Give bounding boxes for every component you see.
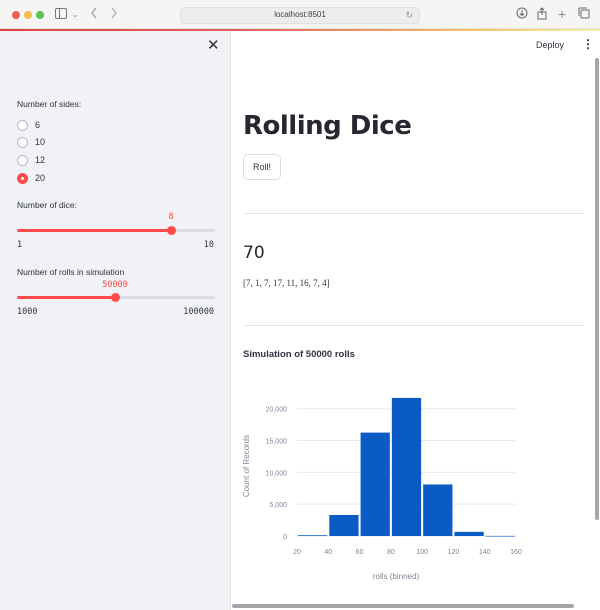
dice-slider[interactable] (17, 226, 215, 235)
histogram-chart: 0 5,000 10,000 15,000 20,000 20 40 60 80 100 120 1… (242, 397, 522, 581)
rolls-label: Number of rolls in simulation (17, 267, 125, 277)
chart-title: Simulation of 50000 rolls (243, 349, 355, 360)
url-text: localhost:8501 (274, 10, 326, 19)
radio-button[interactable] (17, 136, 28, 148)
download-icon[interactable] (516, 7, 528, 23)
browser-toolbar: ⌄ localhost:8501 ↻ + (0, 0, 600, 29)
dice-slider-min: 1 (17, 240, 23, 250)
radio-button[interactable] (17, 119, 28, 131)
radio-label: 6 (35, 120, 41, 130)
histogram-bar[interactable] (360, 432, 390, 536)
deploy-button[interactable]: Deploy (536, 40, 564, 50)
close-sidebar-icon[interactable]: ✕ (207, 38, 220, 53)
radio-label: 10 (35, 137, 46, 147)
address-bar[interactable]: localhost:8501 ↻ (180, 7, 420, 24)
divider (243, 213, 584, 214)
sidebar-toggle-icon[interactable] (55, 7, 67, 23)
dice-slider-thumb[interactable] (166, 226, 176, 235)
y-axis-label: Count of Records (242, 435, 251, 497)
rolls-slider-max: 100000 (183, 307, 214, 317)
x-tick-label: 60 (356, 549, 364, 556)
x-tick-label: 40 (324, 549, 332, 556)
radio-option-6[interactable]: 6 (17, 118, 40, 132)
divider (243, 325, 584, 326)
new-tab-icon[interactable]: + (558, 7, 566, 21)
radio-label: 20 (35, 173, 46, 183)
y-tick-label: 15,000 (266, 439, 288, 446)
radio-button[interactable] (17, 154, 28, 166)
share-icon[interactable] (537, 7, 547, 24)
tabs-overview-icon[interactable] (578, 7, 590, 23)
histogram-bar[interactable] (298, 535, 328, 536)
x-tick-label: 80 (387, 549, 395, 556)
x-tick-label: 160 (510, 549, 522, 556)
main-content: Deploy ⋮ Rolling Dice Roll! 70 [7, 1, 7,… (231, 31, 600, 610)
rolls-slider[interactable] (17, 293, 215, 302)
kebab-menu-icon[interactable]: ⋮ (582, 38, 594, 50)
rolls-slider-thumb[interactable] (110, 293, 120, 302)
histogram-bar[interactable] (423, 484, 453, 536)
x-axis-label: rolls (binned) (373, 572, 420, 581)
sidebar: ✕ Number of sides: 6 10 12 20 Number of … (0, 31, 231, 610)
dice-label: Number of dice: (17, 200, 77, 210)
x-tick-label: 120 (448, 549, 460, 556)
minimize-window-button[interactable] (24, 11, 32, 19)
sides-label: Number of sides: (17, 99, 82, 109)
chevron-down-icon[interactable]: ⌄ (72, 7, 79, 23)
reload-icon[interactable]: ↻ (405, 10, 413, 21)
histogram-bar[interactable] (454, 531, 484, 536)
y-tick-label: 0 (283, 534, 287, 541)
radio-button-selected[interactable] (17, 172, 28, 184)
radio-option-20[interactable]: 20 (17, 171, 45, 185)
x-tick-label: 140 (479, 549, 491, 556)
dice-slider-max: 10 (203, 240, 214, 250)
forward-icon[interactable] (110, 7, 118, 23)
rolls-slider-min: 1000 (17, 307, 38, 317)
back-icon[interactable] (90, 7, 98, 23)
page-title: Rolling Dice (243, 111, 412, 141)
dice-slider-value: 8 (168, 212, 174, 222)
radio-option-12[interactable]: 12 (17, 153, 45, 167)
radio-option-10[interactable]: 10 (17, 135, 45, 149)
rolls-slider-value: 50000 (102, 280, 128, 290)
histogram-bar[interactable] (391, 397, 422, 536)
horizontal-scrollbar[interactable] (232, 604, 574, 608)
rolls-list: [7, 1, 7, 17, 11, 16, 7, 4] (243, 278, 330, 288)
radio-label: 12 (35, 155, 46, 165)
vertical-scrollbar[interactable] (595, 58, 599, 520)
histogram-bar[interactable] (485, 535, 515, 537)
dice-total: 70 (243, 243, 265, 263)
y-tick-label: 10,000 (266, 470, 288, 477)
x-tick-label: 100 (416, 549, 428, 556)
y-tick-label: 5,000 (269, 502, 287, 509)
maximize-window-button[interactable] (36, 11, 44, 19)
dice-slider-fill (17, 229, 171, 232)
histogram-bar[interactable] (329, 515, 359, 536)
y-tick-label: 20,000 (266, 407, 288, 414)
close-window-button[interactable] (12, 11, 20, 19)
rolls-slider-fill (17, 296, 115, 299)
roll-button[interactable]: Roll! (243, 154, 281, 180)
x-tick-label: 20 (293, 549, 301, 556)
